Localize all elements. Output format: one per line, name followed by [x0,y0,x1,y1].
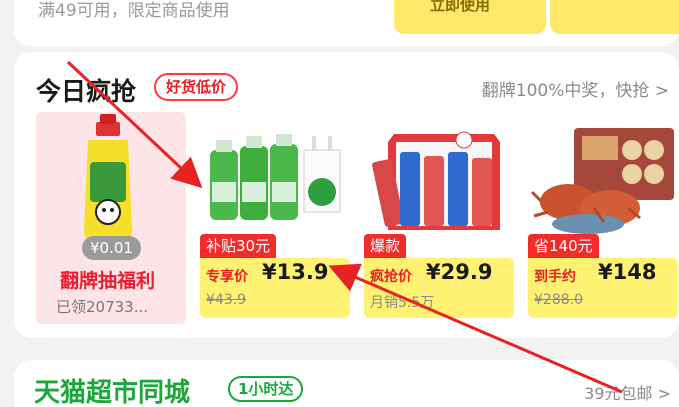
tmall-supermarket-title: 天猫超市同城 [34,378,191,407]
product-card-crab[interactable]: 省140元 到手约 ¥148 ¥288.0 [528,112,678,324]
monthly-sales: 月销5.5万 [370,295,435,311]
ice-cream-box-image [372,131,500,230]
flip-card-link[interactable]: 翻牌100%中奖，快抢 > [482,76,669,101]
tmall-city-card: 天猫超市同城 1小时达 39元包邮 > [14,360,679,407]
coupon-condition-text: 满49可用，限定商品使用 [38,1,230,21]
mosquito-repellent-image [210,134,341,220]
price-box: 疯抢价 ¥29.9 月销5.5万 [364,258,514,318]
use-coupon-button[interactable]: 立即使用 [394,0,546,34]
price-value: ¥29.9 [426,260,493,284]
flip-card-claimed-count: 已领20733... [56,298,149,316]
crab-gift-box-image [530,128,674,234]
product-tag: 补贴30元 [200,234,277,258]
section-title: 今日疯抢 [36,77,137,106]
price-box: 专享价 ¥13.9 ¥43.9 [200,258,350,318]
dish-soap-bottle-image [84,114,132,240]
original-price: ¥43.9 [206,292,247,308]
price-value: ¥13.9 [262,260,329,284]
flip-card-product[interactable]: ¥0.01 翻牌抽福利 已领20733... [36,112,186,324]
price-label: 疯抢价 [370,269,412,285]
flip-card-price: ¥0.01 [82,236,141,260]
flip-card-title: 翻牌抽福利 [60,270,156,292]
price-label: 专享价 [206,269,248,285]
page: 满49可用，限定商品使用 立即使用 今日疯抢 好货低价 翻牌100%中奖，快抢 … [0,0,679,407]
delivery-time-badge: 1小时达 [228,376,304,402]
price-label: 到手约 [534,269,576,285]
original-price: ¥288.0 [534,292,583,308]
product-tag: 爆款 [364,234,407,258]
product-card-repellent[interactable]: 补贴30元 专享价 ¥13.9 ¥43.9 [200,112,350,324]
use-coupon-label: 立即使用 [430,0,491,14]
section-badge: 好货低价 [154,73,239,101]
price-box: 到手约 ¥148 ¥288.0 [528,258,678,318]
free-shipping-link[interactable]: 39元包邮 > [584,380,671,404]
price-value: ¥148 [598,260,657,284]
product-tag: 省140元 [528,234,599,258]
coupon-secondary-button[interactable] [550,0,679,34]
flash-sale-card: 今日疯抢 好货低价 翻牌100%中奖，快抢 > ¥0.01 翻牌抽福利 已领20… [14,52,679,338]
coupon-card: 满49可用，限定商品使用 立即使用 [14,0,679,46]
product-card-icecream[interactable]: 爆款 疯抢价 ¥29.9 月销5.5万 [364,112,514,324]
